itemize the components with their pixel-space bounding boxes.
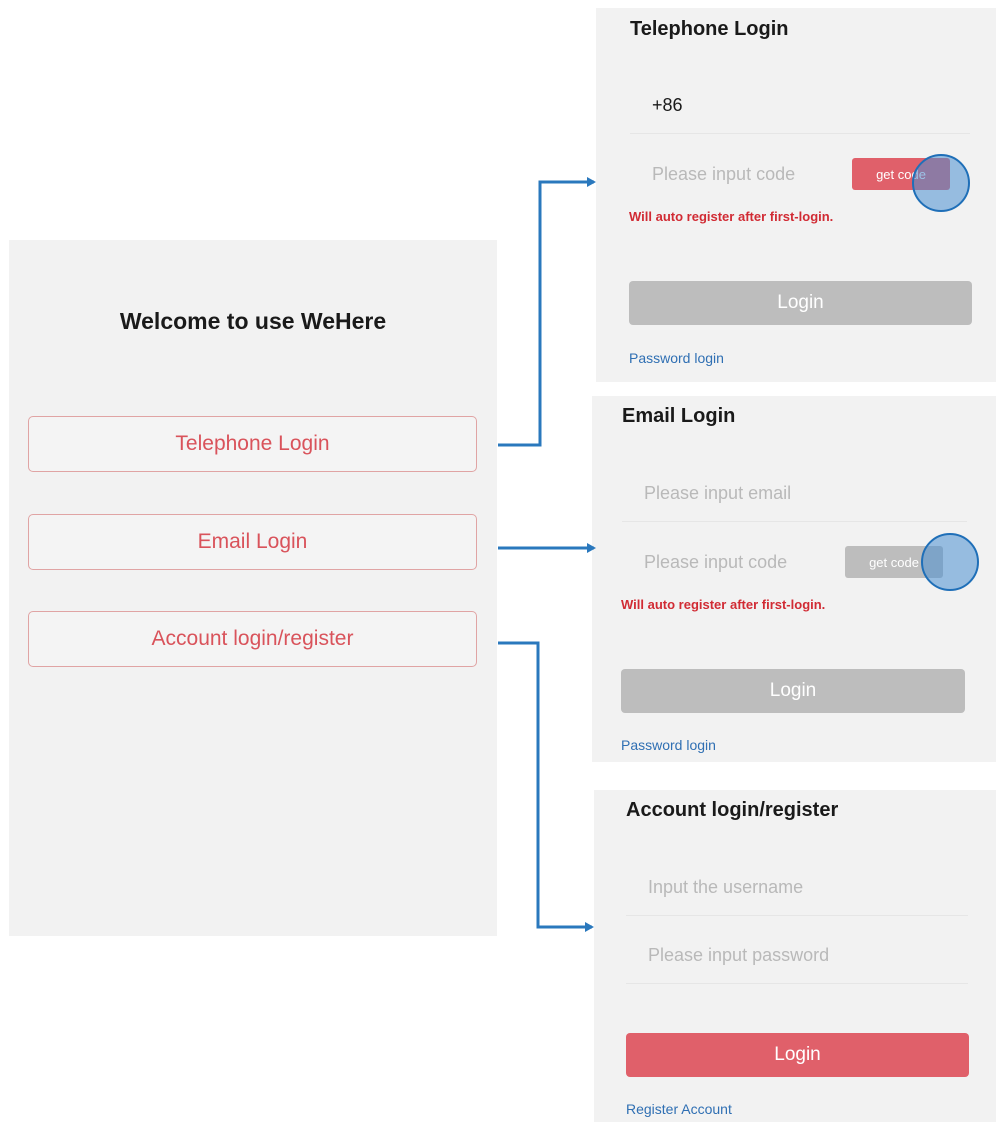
flow-arrows <box>498 177 596 932</box>
arrow-to-account <box>498 641 594 932</box>
arrow-to-telephone <box>498 177 596 447</box>
